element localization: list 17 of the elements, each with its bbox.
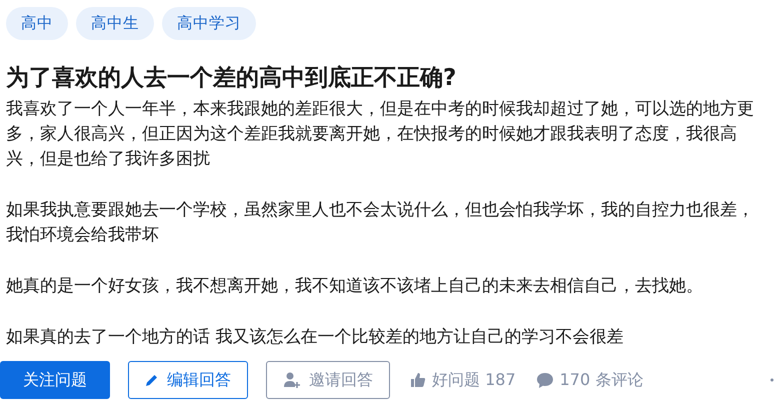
question-title: 为了喜欢的人去一个差的高中到底正不正确? — [6, 64, 458, 93]
question-paragraph: 她真的是一个好女孩，我不想离开她，我不知道该不该堵上自己的未来去相信自己，去找她。 — [6, 275, 704, 298]
pencil-icon — [145, 373, 159, 387]
question-paragraph: 我喜欢了一个人一年半，本来我跟她的差距很大，但是在中考的时候我却超过了她，可以选的地方更多，家人很高兴，但正因为这个差距我就要离开她，在快报考的时候她才跟我表明了态度，我很高兴，但是也给了我许多困扰 — [6, 98, 755, 171]
edit-answer-button[interactable]: 编辑回答 — [128, 361, 248, 399]
more-icon[interactable] — [770, 378, 774, 382]
add-person-icon — [283, 371, 301, 389]
like-count[interactable]: 好问题 187 — [432, 370, 516, 390]
follow-button[interactable]: 关注问题 — [0, 361, 110, 399]
topic-tag[interactable]: 高中生 — [76, 7, 154, 40]
topic-tag[interactable]: 高中 — [6, 7, 68, 40]
topic-tag[interactable]: 高中学习 — [162, 7, 256, 40]
question-paragraph: 如果我执意要跟她去一个学校，虽然家里人也不会太说什么，但也会怕我学坏，我的自控力也很差，我怕环境会给我带坏 — [6, 199, 755, 247]
question-paragraph: 如果真的去了一个地方的话 我又该怎么在一个比较差的地方让自己的学习不会很差 — [6, 326, 624, 349]
comment-icon — [536, 372, 554, 388]
comment-count[interactable]: 170 条评论 — [560, 370, 644, 390]
thumbs-up-icon — [410, 372, 426, 388]
